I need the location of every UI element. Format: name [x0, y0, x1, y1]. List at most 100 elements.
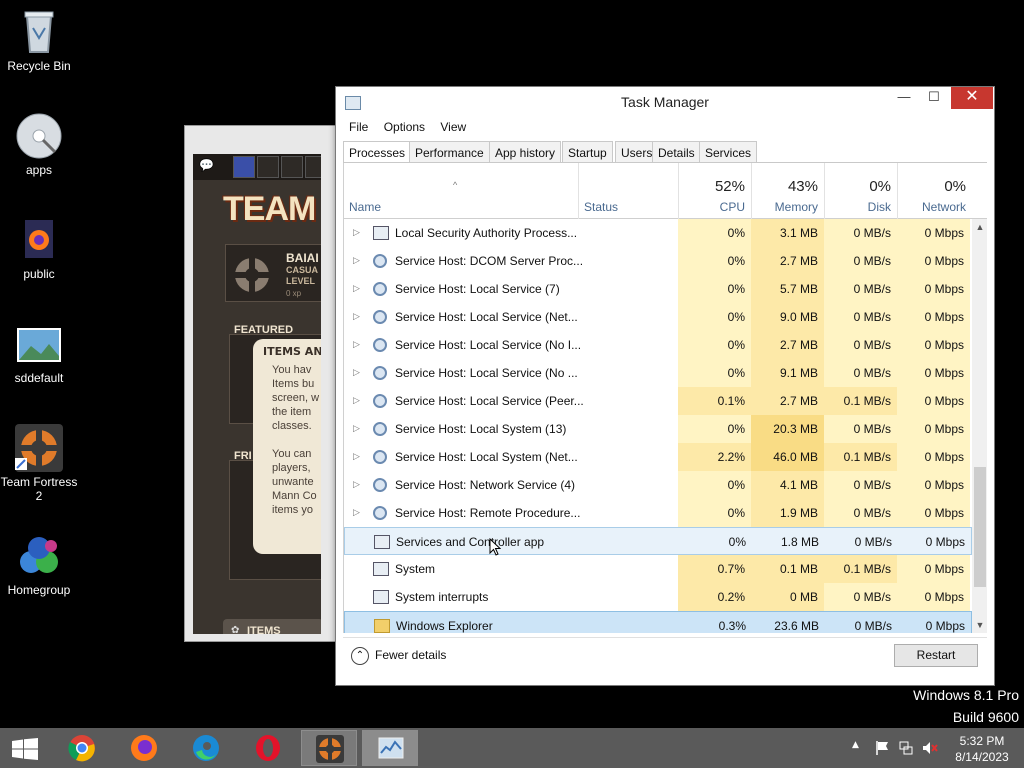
volume-muted-icon[interactable] — [922, 740, 938, 756]
expand-chevron-icon[interactable]: ▷ — [353, 339, 360, 350]
chat-icon[interactable]: 💬 — [199, 158, 214, 172]
taskbar-firefox[interactable] — [116, 730, 172, 766]
expand-chevron-icon[interactable]: ▷ — [353, 423, 360, 434]
task-manager-window[interactable]: Task Manager — ☐ ✕ File Options View Pro… — [335, 86, 995, 686]
expand-chevron-icon[interactable]: ▷ — [353, 227, 360, 238]
cell-disk: 0 MB/s — [824, 583, 897, 611]
menu-options[interactable]: Options — [378, 117, 431, 137]
cell-net: 0 Mbps — [897, 219, 970, 247]
column-status[interactable]: Status — [578, 163, 678, 219]
gear-icon — [373, 422, 387, 436]
class-slot[interactable] — [233, 156, 255, 178]
table-row[interactable]: ▷ Service Host: Local Service (No I... 0% 2… — [344, 331, 972, 359]
table-row[interactable]: System interrupts 0.2% 0 MB 0 MB/s 0 Mbps — [344, 583, 972, 611]
taskbar-opera[interactable] — [240, 730, 296, 766]
expand-chevron-icon[interactable]: ▷ — [353, 451, 360, 462]
maximize-button[interactable]: ☐ — [919, 87, 949, 109]
cell-cpu: 0.1% — [678, 387, 751, 415]
tab-startup[interactable]: Startup — [562, 141, 613, 163]
expand-chevron-icon[interactable]: ▷ — [353, 507, 360, 518]
expand-chevron-icon[interactable]: ▷ — [353, 311, 360, 322]
table-row[interactable]: ▷ Service Host: Local System (Net... 2.2% 4… — [344, 443, 972, 471]
column-memory[interactable]: 43% Memory — [751, 163, 824, 219]
tab-details[interactable]: Details — [652, 141, 701, 163]
table-row[interactable]: ▷ Service Host: Remote Procedure... 0% 1.9 … — [344, 499, 972, 527]
fewer-details-link[interactable]: ⌃ Fewer details — [351, 647, 446, 665]
gear-icon — [373, 506, 387, 520]
tab-performance[interactable]: Performance — [409, 141, 490, 163]
menu-file[interactable]: File — [343, 117, 374, 137]
desktop-icon-recycle-bin[interactable]: Recycle Bin — [0, 8, 78, 73]
desktop-icon-public[interactable]: public — [0, 216, 78, 281]
expand-chevron-icon[interactable]: ▷ — [353, 283, 360, 294]
table-row[interactable]: ▷ Service Host: Local Service (No ... 0% 9.… — [344, 359, 972, 387]
table-row[interactable]: System 0.7% 0.1 MB 0.1 MB/s 0 Mbps — [344, 555, 972, 583]
expand-chevron-icon[interactable]: ▷ — [353, 255, 360, 266]
process-name: Windows Explorer — [396, 619, 493, 633]
windows-watermark: Windows 8.1 Pro Build 9600 — [913, 684, 1019, 728]
class-slot[interactable] — [305, 156, 321, 178]
expand-chevron-icon[interactable]: ▷ — [353, 367, 360, 378]
column-name[interactable]: Name — [344, 163, 578, 219]
column-cpu[interactable]: 52% CPU — [678, 163, 751, 219]
column-network[interactable]: 0% Network — [897, 163, 972, 219]
table-row[interactable]: ▷ Service Host: Local System (13) 0% 20.3 M… — [344, 415, 972, 443]
cell-cpu: 0% — [678, 331, 751, 359]
scroll-up-icon[interactable]: ▲ — [972, 219, 987, 235]
desktop-icon-sddefault[interactable]: sddefault — [0, 320, 78, 385]
table-row[interactable]: Windows Explorer 0.3% 23.6 MB 0 MB/s 0 Mbps — [344, 611, 972, 633]
table-row[interactable]: ▷ Service Host: Local Service (Peer... 0.1… — [344, 387, 972, 415]
window-icon — [373, 226, 389, 240]
expand-chevron-icon[interactable]: ▷ — [353, 479, 360, 490]
minimize-button[interactable]: — — [889, 87, 919, 109]
menu-bar: File Options View — [343, 117, 472, 137]
desktop-icon-team-fortress-2[interactable]: Team Fortress 2 — [0, 424, 78, 503]
network-icon[interactable] — [898, 740, 914, 756]
cell-cpu: 0% — [678, 247, 751, 275]
desktop-icon-label: Recycle Bin — [7, 59, 71, 73]
table-row[interactable]: Services and Controller app 0% 1.8 MB 0 MB/… — [344, 527, 972, 555]
taskbar-team-fortress-2[interactable] — [301, 730, 357, 766]
watermark-build: Build 9600 — [952, 709, 1019, 725]
taskbar-edge[interactable] — [178, 730, 234, 766]
desktop-icon-apps[interactable]: apps — [0, 112, 78, 177]
desktop-icon-homegroup[interactable]: Homegroup — [0, 532, 78, 597]
cell-net: 0 Mbps — [897, 359, 970, 387]
cell-mem: 2.7 MB — [751, 331, 824, 359]
class-slot[interactable] — [281, 156, 303, 178]
title-bar[interactable]: Task Manager — ☐ ✕ — [336, 87, 994, 117]
clock-time: 5:32 PM — [959, 734, 1005, 748]
scroll-down-icon[interactable]: ▼ — [972, 617, 987, 633]
tab-app-history[interactable]: App history — [489, 141, 562, 163]
taskbar-chrome[interactable] — [54, 730, 110, 766]
taskbar-task-manager[interactable] — [362, 730, 418, 766]
menu-view[interactable]: View — [434, 117, 472, 137]
vertical-scrollbar[interactable]: ▲ ▼ — [972, 219, 987, 633]
start-button[interactable] — [0, 730, 50, 766]
table-row[interactable]: ▷ Local Security Authority Process... 0% 3.… — [344, 219, 972, 247]
game-window[interactable]: 💬 TEAM FO BAIAI CASUA LEVEL 0 xp FEATURE… — [184, 125, 336, 642]
table-row[interactable]: ▷ Service Host: Network Service (4) 0% 4.1 … — [344, 471, 972, 499]
column-disk[interactable]: 0% Disk — [824, 163, 897, 219]
table-row[interactable]: ▷ Service Host: Local Service (7) 0% 5.7 MB… — [344, 275, 972, 303]
restart-button[interactable]: Restart — [894, 644, 978, 667]
scrollbar-thumb[interactable] — [974, 467, 986, 587]
gear-icon — [373, 478, 387, 492]
cell-mem: 0 MB — [751, 583, 824, 611]
class-slot[interactable] — [257, 156, 279, 178]
player-card[interactable]: BAIAI CASUA LEVEL 0 xp — [225, 244, 321, 302]
tab-services[interactable]: Services — [699, 141, 758, 163]
action-center-flag-icon[interactable] — [874, 740, 890, 756]
table-row[interactable]: ▷ Service Host: DCOM Server Proc... 0% 2.7 … — [344, 247, 972, 275]
items-button[interactable]: ✿ ITEMS — [223, 619, 321, 634]
show-hidden-icons-icon[interactable]: ▲ — [852, 740, 859, 750]
expand-chevron-icon[interactable]: ▷ — [353, 395, 360, 406]
cell-net: 0 Mbps — [897, 247, 970, 275]
table-row[interactable]: ▷ Service Host: Local Service (Net... 0% 9.… — [344, 303, 972, 331]
cell-disk: 0 MB/s — [824, 331, 897, 359]
tab-processes[interactable]: Processes — [343, 141, 412, 164]
close-button[interactable]: ✕ — [951, 87, 993, 109]
taskbar-clock[interactable]: 5:32 PM 8/14/2023 — [952, 733, 1012, 765]
cell-cpu: 0.7% — [678, 555, 751, 583]
game-logo: TEAM FO — [223, 190, 321, 228]
